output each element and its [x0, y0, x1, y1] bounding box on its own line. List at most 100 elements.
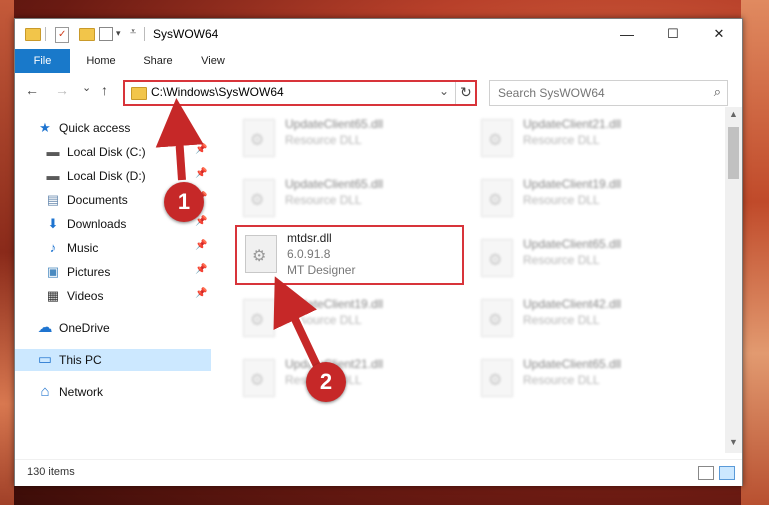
dll-file-icon: ⚙	[243, 299, 275, 337]
file-name: mtdsr.dll	[287, 231, 332, 245]
customize-icon[interactable]	[99, 27, 113, 41]
sidebar-item-local-disk-c[interactable]: ▬ Local Disk (C:) 📌	[15, 141, 211, 163]
vertical-scrollbar[interactable]: ▲ ▼	[725, 107, 742, 453]
file-name: UpdateClient42.dll	[523, 297, 622, 311]
customize-dropdown-icon[interactable]: ▾	[116, 28, 121, 39]
file-tile[interactable]: ⚙ UpdateClient65.dll Resource DLL	[473, 351, 698, 407]
refresh-button[interactable]: ↻	[455, 82, 476, 104]
navigation-bar: ← → ⌄ ↑ C:\Windows\SysWOW64 ⌄ ↻ ⌕	[15, 73, 742, 107]
file-type: Resource DLL	[285, 313, 362, 327]
properties-icon[interactable]: ✓	[55, 27, 69, 43]
sidebar-item-network[interactable]: ⌂ Network	[15, 381, 211, 403]
pin-icon[interactable]: 📌	[195, 168, 207, 179]
large-icons-view-icon[interactable]	[719, 466, 735, 480]
sidebar-item-music[interactable]: ♪ Music 📌	[15, 237, 211, 259]
address-path[interactable]: C:\Windows\SysWOW64	[151, 85, 284, 99]
file-tile[interactable]: ⚙ UpdateClient21.dll Resource DLL	[235, 351, 460, 407]
cloud-icon: ☁	[37, 319, 53, 336]
sidebar-item-videos[interactable]: ▦ Videos 📌	[15, 285, 211, 307]
sidebar-item-label: Music	[67, 241, 99, 255]
pictures-icon: ▣	[46, 264, 60, 279]
drive-icon: ▬	[46, 144, 60, 159]
maximize-button[interactable]: ☐	[650, 19, 696, 49]
callout-badge-2: 2	[306, 362, 346, 402]
file-type: Resource DLL	[285, 133, 362, 147]
sidebar-item-this-pc[interactable]: ▭ This PC	[15, 349, 211, 371]
explorer-window: ✓ ▾ ⩡ SysWOW64 — ☐ ✕ File Home Share Vie…	[14, 18, 743, 486]
search-box[interactable]: ⌕	[489, 80, 728, 106]
up-button[interactable]: ↑	[101, 82, 108, 98]
dll-file-icon: ⚙	[481, 239, 513, 277]
tab-view[interactable]: View	[191, 49, 235, 73]
file-name: UpdateClient21.dll	[523, 117, 622, 131]
qat-menu-icon[interactable]: ⩡	[130, 26, 136, 39]
file-type: Resource DLL	[523, 313, 600, 327]
item-count: 130 items	[27, 466, 75, 478]
window-title: SysWOW64	[153, 27, 219, 41]
sidebar-item-label: Local Disk (D:)	[67, 169, 146, 183]
file-type: Resource DLL	[523, 133, 600, 147]
scroll-up-icon[interactable]: ▲	[729, 109, 738, 119]
file-name: UpdateClient65.dll	[523, 357, 622, 371]
file-name: UpdateClient65.dll	[285, 117, 384, 131]
sidebar-item-pictures[interactable]: ▣ Pictures 📌	[15, 261, 211, 283]
tab-home[interactable]: Home	[77, 49, 125, 73]
documents-icon: ▤	[46, 192, 60, 207]
pin-icon[interactable]: 📌	[195, 240, 207, 251]
dll-file-icon: ⚙	[243, 119, 275, 157]
sidebar-item-label: Documents	[67, 193, 128, 207]
back-button[interactable]: ←	[25, 82, 39, 98]
sidebar-item-label: Pictures	[67, 265, 111, 279]
file-type: Resource DLL	[523, 253, 600, 267]
network-icon: ⌂	[40, 383, 50, 400]
file-type: Resource DLL	[285, 193, 362, 207]
pin-icon[interactable]: 📌	[195, 288, 207, 299]
file-name: UpdateClient19.dll	[523, 177, 622, 191]
dll-file-icon: ⚙	[481, 359, 513, 397]
sidebar-item-onedrive[interactable]: ☁ OneDrive	[15, 317, 211, 339]
file-tile[interactable]: ⚙ UpdateClient19.dll Resource DLL	[473, 171, 698, 227]
pin-icon[interactable]: 📌	[195, 216, 207, 227]
recent-locations-button[interactable]: ⌄	[82, 81, 91, 94]
sidebar-item-label: This PC	[59, 353, 102, 367]
file-type: Resource DLL	[523, 193, 600, 207]
minimize-button[interactable]: —	[604, 19, 650, 49]
forward-button[interactable]: →	[55, 82, 69, 98]
folder-icon	[131, 87, 147, 100]
music-icon: ♪	[49, 240, 57, 255]
tab-share[interactable]: Share	[135, 49, 181, 73]
pin-icon[interactable]: 📌	[195, 144, 207, 155]
file-tile[interactable]: ⚙ UpdateClient19.dll Resource DLL	[235, 291, 460, 347]
scrollbar-thumb[interactable]	[728, 127, 739, 179]
sidebar-item-quick-access[interactable]: ★ Quick access	[15, 117, 211, 139]
file-company: MT Designer	[287, 263, 356, 277]
chevron-down-icon[interactable]: ⌄	[439, 84, 449, 98]
new-folder-icon[interactable]	[79, 28, 95, 41]
drive-icon: ▬	[46, 168, 60, 183]
file-tile-mtdsr[interactable]: ⚙ mtdsr.dll 6.0.91.8 MT Designer	[235, 225, 464, 285]
file-tile[interactable]: ⚙ UpdateClient65.dll Resource DLL	[235, 111, 460, 167]
file-tile[interactable]: ⚙ UpdateClient65.dll Resource DLL	[473, 231, 698, 287]
dll-file-icon: ⚙	[481, 179, 513, 217]
separator	[45, 27, 46, 41]
close-button[interactable]: ✕	[696, 19, 742, 49]
tab-file[interactable]: File	[15, 49, 70, 73]
file-name: UpdateClient65.dll	[523, 237, 622, 251]
file-tile[interactable]: ⚙ UpdateClient42.dll Resource DLL	[473, 291, 698, 347]
file-tile[interactable]: ⚙ UpdateClient65.dll Resource DLL	[235, 171, 460, 227]
sidebar-item-label: Network	[59, 385, 104, 399]
dll-file-icon: ⚙	[245, 235, 277, 273]
pin-icon[interactable]: 📌	[195, 264, 207, 275]
details-view-icon[interactable]	[698, 466, 714, 480]
download-icon: ⬇	[47, 216, 59, 231]
address-bar[interactable]: C:\Windows\SysWOW64 ⌄ ↻	[123, 80, 477, 106]
scroll-down-icon[interactable]: ▼	[729, 437, 738, 447]
file-name: UpdateClient19.dll	[285, 297, 384, 311]
title-bar: ✓ ▾ ⩡ SysWOW64 — ☐ ✕	[15, 19, 742, 49]
file-type: Resource DLL	[523, 373, 600, 387]
folder-icon	[25, 28, 41, 41]
file-version: 6.0.91.8	[287, 247, 331, 261]
file-tile[interactable]: ⚙ UpdateClient21.dll Resource DLL	[473, 111, 698, 167]
video-icon: ▦	[46, 288, 60, 303]
search-input[interactable]	[496, 84, 700, 102]
